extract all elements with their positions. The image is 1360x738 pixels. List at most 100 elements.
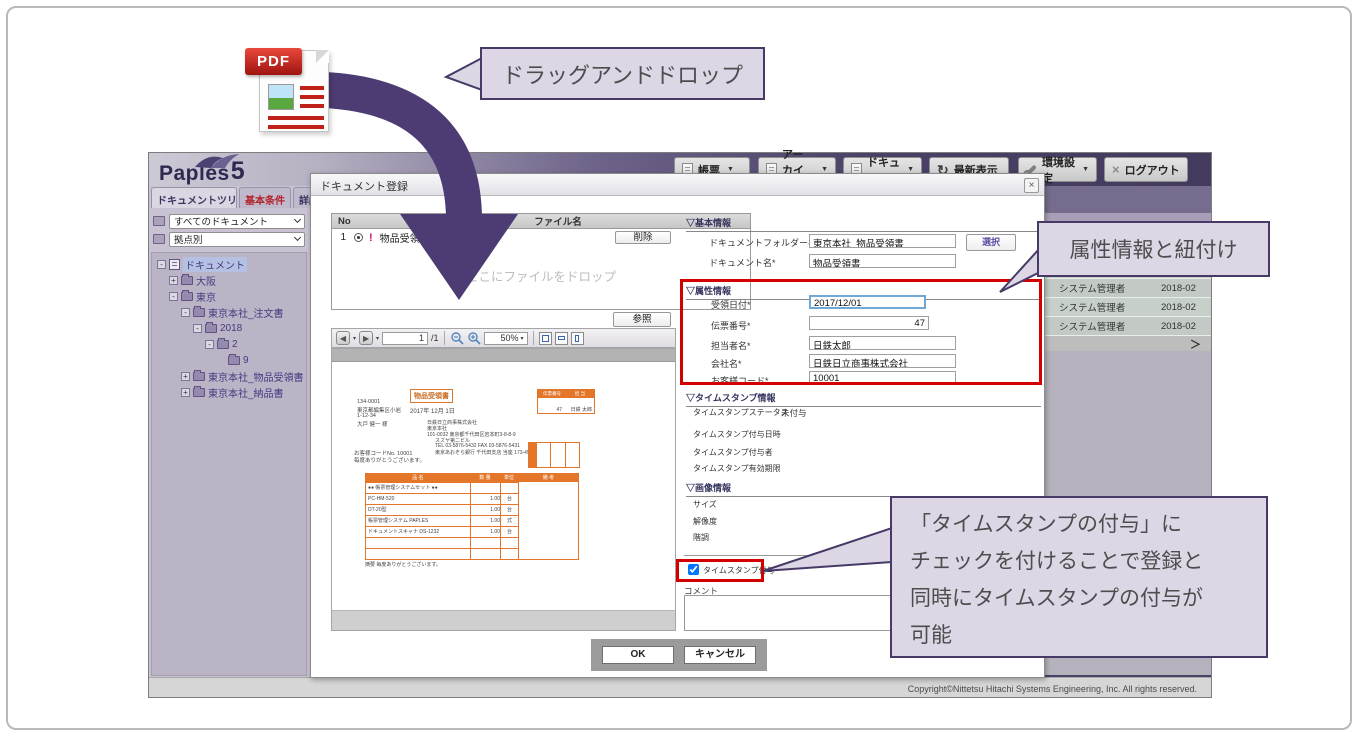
chevron-down-icon	[294, 234, 301, 241]
tree-expander[interactable]: -	[193, 324, 202, 333]
zoom-in-icon[interactable]	[467, 331, 481, 345]
table-row[interactable]: システム管理者 2018-02	[1045, 279, 1211, 298]
site-select[interactable]: 拠点別	[169, 232, 305, 247]
label-ts-grantor: タイムスタンプ付与者	[693, 447, 773, 458]
cancel-button[interactable]: キャンセル	[684, 646, 756, 664]
caret-down-icon: ▼	[821, 166, 828, 173]
slip-no-value: 47	[538, 407, 562, 413]
close-icon[interactable]: ×	[1024, 178, 1039, 193]
caret-down-icon: ▼	[907, 166, 914, 173]
invoice-date: 2017年 12月 1日	[410, 406, 455, 415]
tree-item-label: 2	[232, 339, 238, 350]
table-row[interactable]: システム管理者 2018-02	[1045, 298, 1211, 317]
invoice-row: DT-20型 1.00 台	[366, 504, 518, 515]
folder-icon	[181, 292, 193, 301]
logout-x-icon: ×	[1112, 164, 1120, 176]
tree-expander[interactable]: -	[157, 260, 166, 269]
chevron-down-icon	[294, 216, 301, 223]
value-ts-status: 未付与	[781, 407, 807, 419]
tree-item-order[interactable]: - 東京本社_注文書	[152, 304, 306, 320]
tree-item-label: ドキュメント	[183, 257, 247, 272]
row-date: 2018-02	[1161, 283, 1211, 294]
app-logo: Paples 5	[159, 157, 245, 186]
pdf-text-line	[268, 125, 324, 129]
callout-line: 可能	[910, 617, 1266, 654]
invoice-addr-1: 134-0001	[357, 399, 380, 405]
folder-icon	[205, 324, 217, 333]
toolbar-button-settings-label: 環境設定	[1042, 154, 1075, 186]
document-name-input[interactable]: 物品受領書	[809, 254, 956, 268]
document-tree: - ドキュメント + 大阪 - 東京 - 東京本社_注文書	[151, 252, 307, 676]
toolbar-button-logout[interactable]: × ログアウト	[1104, 157, 1188, 182]
invoice-row: PC-HM-520 1.00 台	[366, 493, 518, 504]
callout-line: チェックを付けることで登録と	[910, 543, 1266, 580]
pdf-file-icon: PDF	[245, 42, 337, 136]
folder-icon	[217, 340, 229, 349]
tree-item-day[interactable]: 9	[152, 352, 306, 368]
pdf-thumbnail-image	[268, 84, 294, 110]
invoice-title: 物品受領書	[410, 389, 453, 403]
fit-page-icon	[542, 335, 549, 342]
table-row[interactable]: システム管理者 2018-02	[1045, 317, 1211, 336]
slip-no-label: 伝票番号	[538, 390, 566, 398]
tree-item-label: 2018	[220, 323, 242, 334]
invoice-row: 帳票管理システム PAPLES 1.00 式	[366, 515, 518, 526]
tab-document-tree[interactable]: ドキュメントツリー	[151, 187, 237, 208]
invoice-addr-4: 大戸 健一 様	[357, 420, 388, 428]
tree-expander[interactable]: -	[181, 308, 190, 317]
tree-item-tokyo[interactable]: - 東京	[152, 288, 306, 304]
fit-page-button[interactable]	[539, 332, 552, 345]
logo-book-icon	[193, 151, 245, 169]
page-number-input[interactable]: 1	[382, 332, 428, 345]
select-folder-button[interactable]: 選択	[966, 234, 1016, 251]
tree-expander[interactable]: -	[169, 292, 178, 301]
row-user: システム管理者	[1045, 281, 1161, 295]
site-select-value: 拠点別	[174, 232, 203, 246]
prev-page-button[interactable]: ◀	[336, 331, 350, 345]
delete-button[interactable]: 削除	[615, 231, 671, 244]
app-footer: Copyright©Nittetsu Hitachi Systems Engin…	[149, 677, 1211, 697]
next-page-button[interactable]: ▶	[359, 331, 373, 345]
col-qty: 数 量	[470, 474, 500, 482]
tree-item-delivery[interactable]: + 東京本社_納品書	[152, 384, 306, 400]
tree-expander[interactable]: +	[181, 388, 190, 397]
warning-icon: !	[369, 232, 373, 244]
tree-item-label: 東京	[196, 289, 216, 304]
zoom-out-icon[interactable]	[450, 331, 464, 345]
preview-pane[interactable]: 物品受領書 2017年 12月 1日 134-0001 東京都編集区小岩 1-1…	[331, 348, 676, 631]
next-page-arrow[interactable]: ＞	[1045, 336, 1211, 351]
filter-row-scope: すべてのドキュメント	[153, 213, 305, 229]
tree-expander[interactable]: +	[169, 276, 178, 285]
pdf-text-line	[300, 95, 324, 99]
invoice-preview: 物品受領書 2017年 12月 1日 134-0001 東京都編集区小岩 1-1…	[332, 349, 675, 630]
toolbar-button-logout-label: ログアウト	[1125, 162, 1180, 178]
tree-expander[interactable]: -	[205, 340, 214, 349]
folder-name-input[interactable]: 東京本社_物品受領書	[809, 234, 956, 248]
browse-button[interactable]: 参照	[613, 312, 671, 327]
tree-item-label: 東京本社_注文書	[208, 305, 284, 320]
tab-basic-condition[interactable]: 基本条件	[239, 187, 291, 208]
cabinet-icon	[153, 216, 165, 226]
tree-item-month[interactable]: - 2	[152, 336, 306, 352]
page-total-label: /1	[431, 333, 439, 343]
tree-expander[interactable]: +	[181, 372, 190, 381]
caret-down-icon: ▾	[521, 335, 524, 342]
zoom-level-select[interactable]: 50% ▾	[484, 332, 528, 345]
zoom-level-value: 50%	[501, 333, 519, 343]
label-img-size: サイズ	[693, 499, 717, 510]
invoice-addr-3: 1-12-34	[357, 413, 376, 419]
fit-width-button[interactable]	[555, 332, 568, 345]
tree-item-osaka[interactable]: + 大阪	[152, 272, 306, 288]
file-radio[interactable]	[354, 233, 363, 242]
row-user: システム管理者	[1045, 319, 1161, 333]
tree-item-root[interactable]: - ドキュメント	[152, 256, 306, 272]
fit-height-button[interactable]	[571, 332, 584, 345]
tree-item-receipt[interactable]: + 東京本社_物品受領書	[152, 368, 306, 384]
scope-select[interactable]: すべてのドキュメント	[169, 214, 305, 229]
tree-item-2018[interactable]: - 2018	[152, 320, 306, 336]
pdf-fold-corner	[316, 50, 329, 63]
ok-button[interactable]: OK	[602, 646, 674, 664]
file-row-no: 1	[332, 232, 346, 243]
invoice-row-empty	[366, 548, 518, 559]
section-timestamp-info: ▽タイムスタンプ情報	[686, 391, 1041, 407]
